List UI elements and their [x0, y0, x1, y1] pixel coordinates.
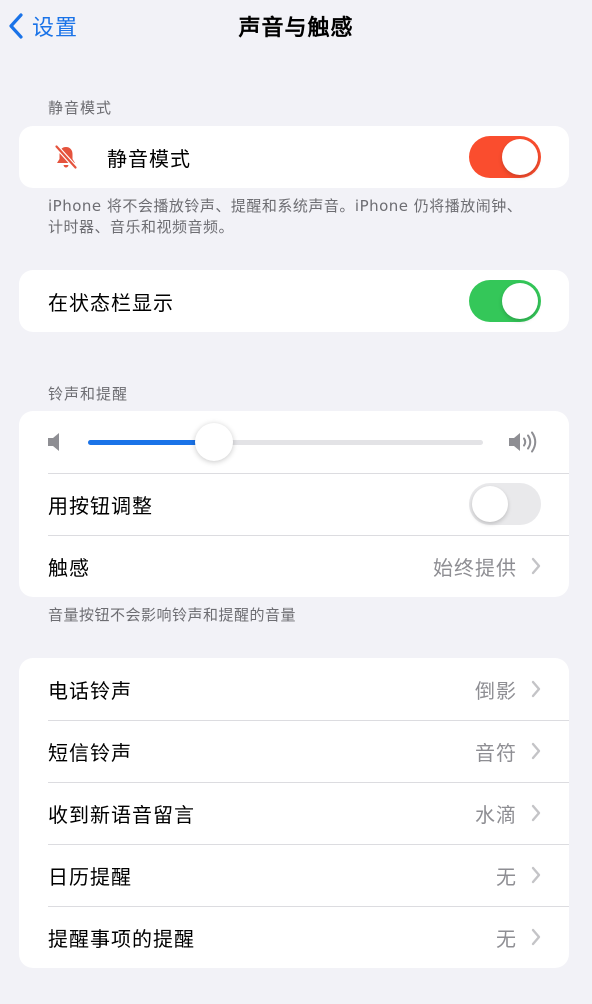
- sound-row-label: 电话铃声: [48, 678, 132, 703]
- silent-section-header: 静音模式: [48, 99, 113, 117]
- ringer-section-footer: 音量按钮不会影响铃声和提醒的音量: [48, 606, 297, 624]
- volume-slider[interactable]: [88, 423, 483, 461]
- sound-row[interactable]: 短信铃声 音符: [19, 720, 569, 782]
- sounds-haptics-screen: 设置 声音与触感 静音模式 静音模式 iPhone 将不会播放铃声、提醒和系统声…: [0, 0, 592, 1004]
- toggle-knob: [502, 139, 538, 175]
- silent-mode-card: 静音模式: [19, 126, 569, 188]
- sound-row-label: 日历提醒: [48, 864, 132, 889]
- sound-row-value: 倒影: [475, 678, 517, 703]
- chevron-right-icon: [531, 557, 541, 575]
- haptics-value: 始终提供: [433, 555, 517, 580]
- haptics-row[interactable]: 触感 始终提供: [19, 535, 569, 597]
- adjust-with-buttons-row: 用按钮调整: [19, 473, 569, 535]
- nav-bar: 设置 声音与触感: [0, 0, 592, 52]
- volume-slider-row: [19, 411, 569, 473]
- chevron-right-icon: [531, 680, 541, 698]
- toggle-knob: [502, 283, 538, 319]
- ringer-card: 用按钮调整 触感 始终提供: [19, 411, 569, 597]
- chevron-right-icon: [531, 804, 541, 822]
- show-in-status-bar-label: 在状态栏显示: [48, 290, 174, 315]
- sounds-card: 电话铃声 倒影 短信铃声 音符 收到新语音留言 水滴 日历提醒 无 提醒事项的提…: [19, 658, 569, 968]
- sound-row-label: 短信铃声: [48, 740, 132, 765]
- toggle-knob: [472, 486, 508, 522]
- show-in-status-bar-row: 在状态栏显示: [19, 270, 569, 332]
- show-in-status-bar-toggle[interactable]: [469, 280, 541, 322]
- sound-row[interactable]: 电话铃声 倒影: [19, 658, 569, 720]
- sound-row[interactable]: 提醒事项的提醒 无: [19, 906, 569, 968]
- adjust-with-buttons-label: 用按钮调整: [48, 493, 153, 518]
- volume-slider-thumb[interactable]: [195, 423, 233, 461]
- status-bar-card: 在状态栏显示: [19, 270, 569, 332]
- sound-row-value: 无: [496, 864, 517, 889]
- chevron-right-icon: [531, 742, 541, 760]
- haptics-label: 触感: [48, 555, 90, 580]
- sound-row-value: 音符: [475, 740, 517, 765]
- page-title: 声音与触感: [238, 16, 354, 41]
- sound-row[interactable]: 日历提醒 无: [19, 844, 569, 906]
- speaker-high-icon: [509, 431, 537, 453]
- silent-mode-label: 静音模式: [107, 146, 191, 171]
- ringer-section-header: 铃声和提醒: [48, 385, 129, 403]
- silent-mode-toggle[interactable]: [469, 136, 541, 178]
- sound-row-label: 收到新语音留言: [48, 802, 195, 827]
- sound-row-label: 提醒事项的提醒: [48, 926, 195, 951]
- sound-row-value: 无: [496, 926, 517, 951]
- silent-mode-row: 静音模式: [19, 126, 569, 188]
- sound-row-value: 水滴: [475, 802, 517, 827]
- adjust-with-buttons-toggle[interactable]: [469, 483, 541, 525]
- sound-row[interactable]: 收到新语音留言 水滴: [19, 782, 569, 844]
- silent-section-footer: iPhone 将不会播放铃声、提醒和系统声音。iPhone 仍将播放闹钟、计时器…: [48, 197, 523, 236]
- chevron-right-icon: [531, 928, 541, 946]
- chevron-right-icon: [531, 866, 541, 884]
- speaker-low-icon: [48, 433, 59, 451]
- bell-slash-icon: [53, 144, 83, 170]
